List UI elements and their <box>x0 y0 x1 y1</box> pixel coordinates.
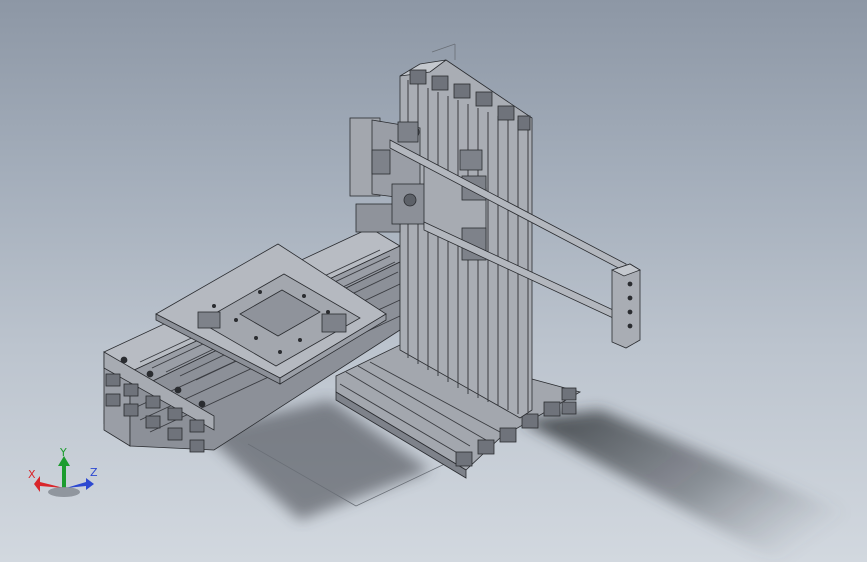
y-axis-label: Y <box>59 448 67 459</box>
rod-end-block <box>610 263 641 349</box>
orientation-triad: X Y Z <box>28 448 98 497</box>
model-shadow-tail <box>520 410 867 562</box>
y-axis-arrow <box>58 456 70 488</box>
graphics-viewport[interactable]: X Y Z <box>0 0 867 562</box>
cad-model-view[interactable] <box>0 0 867 562</box>
z-axis-label: Z <box>90 466 98 479</box>
triad-base <box>48 487 80 497</box>
x-axis-label: X <box>28 468 36 481</box>
